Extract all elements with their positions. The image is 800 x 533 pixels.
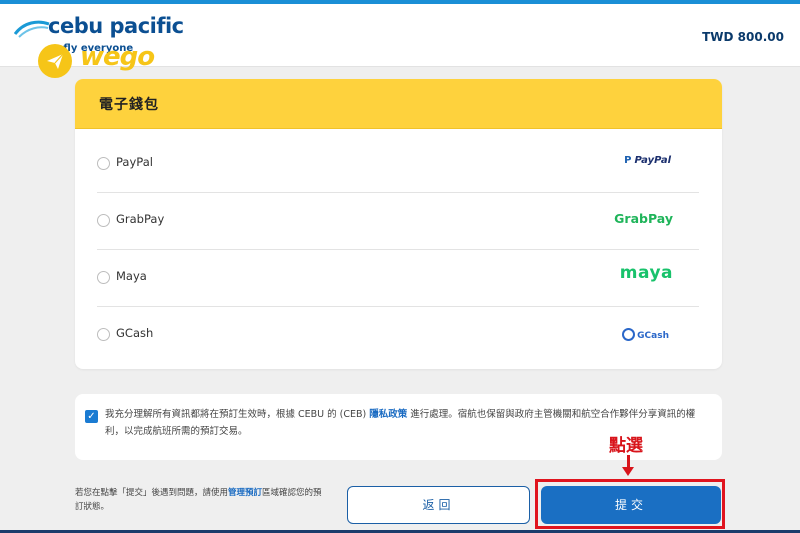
radio-button[interactable] xyxy=(97,328,110,341)
radio-button[interactable] xyxy=(97,271,110,284)
paypal-logo-icon: P PayPal xyxy=(624,155,671,166)
payment-option-maya[interactable]: Maya maya xyxy=(97,249,699,307)
help-text: 若您在點擊「提交」後遇到問題，請使用管理預訂區域確認您的預訂狀態。 xyxy=(75,488,322,512)
payment-option-label: GCash xyxy=(116,326,154,340)
e-wallet-title: 電子錢包 xyxy=(99,97,159,113)
payment-option-paypal[interactable]: PayPal P PayPal xyxy=(97,135,699,193)
annotation-label: 點選 xyxy=(609,436,643,456)
payment-option-label: GrabPay xyxy=(116,212,165,226)
grabpay-logo-icon: GrabPay xyxy=(614,211,673,226)
back-button[interactable]: 返回 xyxy=(347,486,530,524)
swoosh-icon xyxy=(14,20,50,38)
gcash-logo-icon: GCash xyxy=(622,328,669,346)
total-price: TWD 800.00 xyxy=(702,30,784,44)
e-wallet-header: 電子錢包 xyxy=(75,79,722,129)
manage-booking-link[interactable]: 管理預訂 xyxy=(228,488,262,498)
wego-watermark-icon xyxy=(38,44,72,78)
payment-option-grabpay[interactable]: GrabPay GrabPay xyxy=(97,192,699,250)
brand-name: cebu pacific xyxy=(48,14,184,38)
consent-checkbox[interactable]: ✓ xyxy=(85,410,98,423)
payment-option-label: Maya xyxy=(116,269,147,283)
annotation-highlight-box xyxy=(535,479,725,529)
radio-button[interactable] xyxy=(97,214,110,227)
payment-option-gcash[interactable]: GCash GCash xyxy=(97,306,699,363)
privacy-policy-link[interactable]: 隱私政策 xyxy=(369,409,407,420)
radio-button[interactable] xyxy=(97,157,110,170)
payment-option-label: PayPal xyxy=(116,155,153,169)
header: cebu pacific s fly everyone wego TWD 800… xyxy=(0,4,800,78)
annotation-arrowhead-icon xyxy=(622,467,634,476)
wego-watermark: wego xyxy=(80,42,155,72)
maya-logo-icon: maya xyxy=(619,263,673,283)
e-wallet-card: 電子錢包 PayPal P PayPal GrabPay GrabPay Maya… xyxy=(75,79,722,369)
